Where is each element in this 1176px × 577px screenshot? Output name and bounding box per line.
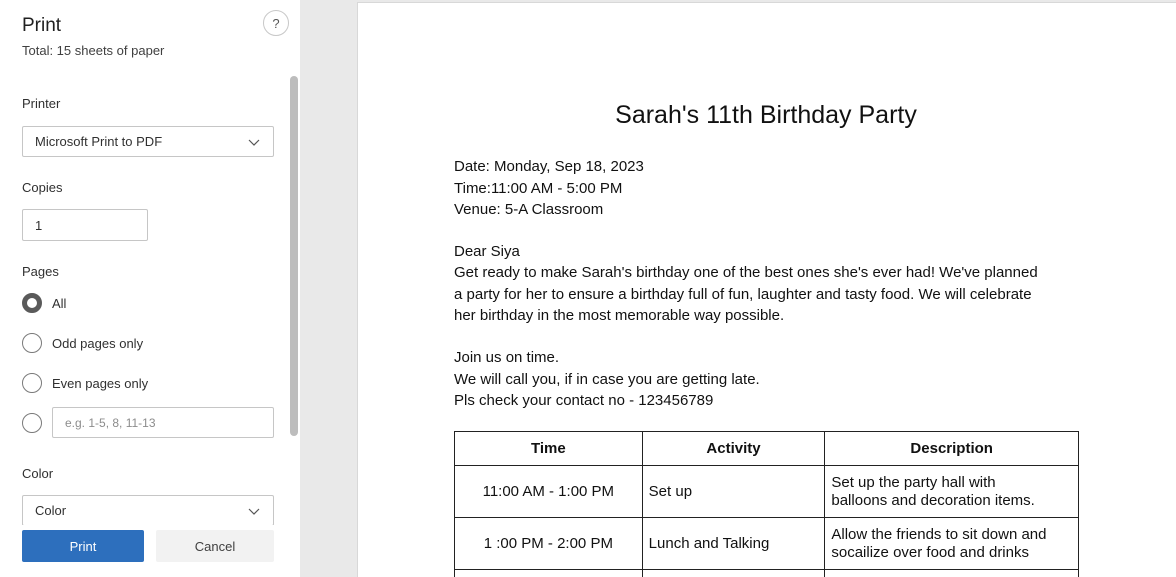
greeting: Dear Siya <box>454 243 520 260</box>
event-venue: Venue: 5-A Classroom <box>454 201 604 218</box>
event-time: Time:11:00 AM - 5:00 PM <box>454 180 623 197</box>
color-value: Color <box>35 503 67 518</box>
preview-page: Sarah's 11th Birthday Party Date: Monday… <box>357 2 1176 577</box>
cell-empty <box>454 569 643 577</box>
radio-label: Odd pages only <box>52 335 144 351</box>
closing-line: Pls check your contact no - 123456789 <box>454 392 714 409</box>
radio-icon[interactable] <box>22 413 42 433</box>
radio-icon[interactable] <box>22 333 42 353</box>
table-row <box>454 569 1079 577</box>
cancel-button[interactable]: Cancel <box>156 530 274 562</box>
panel-scrollbar[interactable] <box>290 76 298 436</box>
print-settings-panel: Print Total: 15 sheets of paper ? Printe… <box>0 0 300 577</box>
cell-empty <box>824 569 1079 577</box>
color-select-viewport: Color <box>22 495 274 525</box>
chevron-down-icon <box>247 135 261 149</box>
radio-icon[interactable] <box>22 373 42 393</box>
event-date: Date: Monday, Sep 18, 2023 <box>454 158 644 175</box>
description-line: balloons and decoration items. <box>831 491 1035 509</box>
body-line: her birthday in the most memorable way p… <box>454 307 785 324</box>
header-time: Time <box>454 431 643 466</box>
radio-label: All <box>52 295 67 311</box>
cell-description: Set up the party hall with balloons and … <box>824 465 1079 518</box>
table-row: 11:00 AM - 1:00 PM Set up Set up the par… <box>454 465 1079 518</box>
scrollbar-thumb[interactable] <box>290 76 298 436</box>
body-line: a party for her to ensure a birthday ful… <box>454 286 1032 303</box>
copies-label: Copies <box>22 180 63 195</box>
copies-value: 1 <box>35 217 43 233</box>
chevron-down-icon <box>247 504 261 518</box>
description-line: Allow the friends to sit down and <box>831 525 1047 543</box>
pages-option-even[interactable]: Even pages only <box>22 372 148 394</box>
header-description: Description <box>824 431 1079 466</box>
cell-activity: Set up <box>641 465 826 518</box>
print-preview[interactable]: Sarah's 11th Birthday Party Date: Monday… <box>300 0 1176 577</box>
closing-line: We will call you, if in case you are get… <box>454 371 760 388</box>
printer-label: Printer <box>22 96 61 111</box>
print-button[interactable]: Print <box>22 530 144 562</box>
pages-option-odd[interactable]: Odd pages only <box>22 332 143 354</box>
printer-select[interactable]: Microsoft Print to PDF <box>22 126 274 157</box>
document-title: Sarah's 11th Birthday Party <box>615 101 917 129</box>
pages-option-all[interactable]: All <box>22 292 66 314</box>
cell-activity: Lunch and Talking <box>641 517 826 570</box>
cell-empty <box>641 569 826 577</box>
sheet-count: Total: 15 sheets of paper <box>22 43 165 58</box>
help-button[interactable]: ? <box>263 10 289 36</box>
header-activity: Activity <box>641 431 826 466</box>
color-select[interactable]: Color <box>22 495 274 525</box>
pages-option-custom[interactable] <box>22 412 42 434</box>
page-range-input[interactable]: e.g. 1-5, 8, 11-13 <box>52 407 274 438</box>
color-label: Color <box>22 466 54 481</box>
closing-line: Join us on time. <box>454 349 560 366</box>
cell-time: 11:00 AM - 1:00 PM <box>454 465 643 518</box>
panel-title: Print <box>22 15 62 36</box>
pages-label: Pages <box>22 264 59 279</box>
table-row: 1 :00 PM - 2:00 PM Lunch and Talking All… <box>454 517 1079 570</box>
radio-selected-icon[interactable] <box>22 293 42 313</box>
description-line: Set up the party hall with <box>831 473 996 491</box>
help-icon: ? <box>272 15 280 31</box>
page-range-placeholder: e.g. 1-5, 8, 11-13 <box>65 415 156 430</box>
table-header-row: Time Activity Description <box>454 431 1079 466</box>
radio-label: Even pages only <box>52 375 149 391</box>
cell-description: Allow the friends to sit down and socail… <box>824 517 1079 570</box>
description-line: socailize over food and drinks <box>831 543 1029 561</box>
printer-value: Microsoft Print to PDF <box>35 134 163 149</box>
cell-time: 1 :00 PM - 2:00 PM <box>454 517 643 570</box>
schedule-table: Time Activity Description 11:00 AM - 1:0… <box>454 431 1079 577</box>
body-line: Get ready to make Sarah's birthday one o… <box>454 264 1038 281</box>
copies-input[interactable]: 1 <box>22 209 148 241</box>
